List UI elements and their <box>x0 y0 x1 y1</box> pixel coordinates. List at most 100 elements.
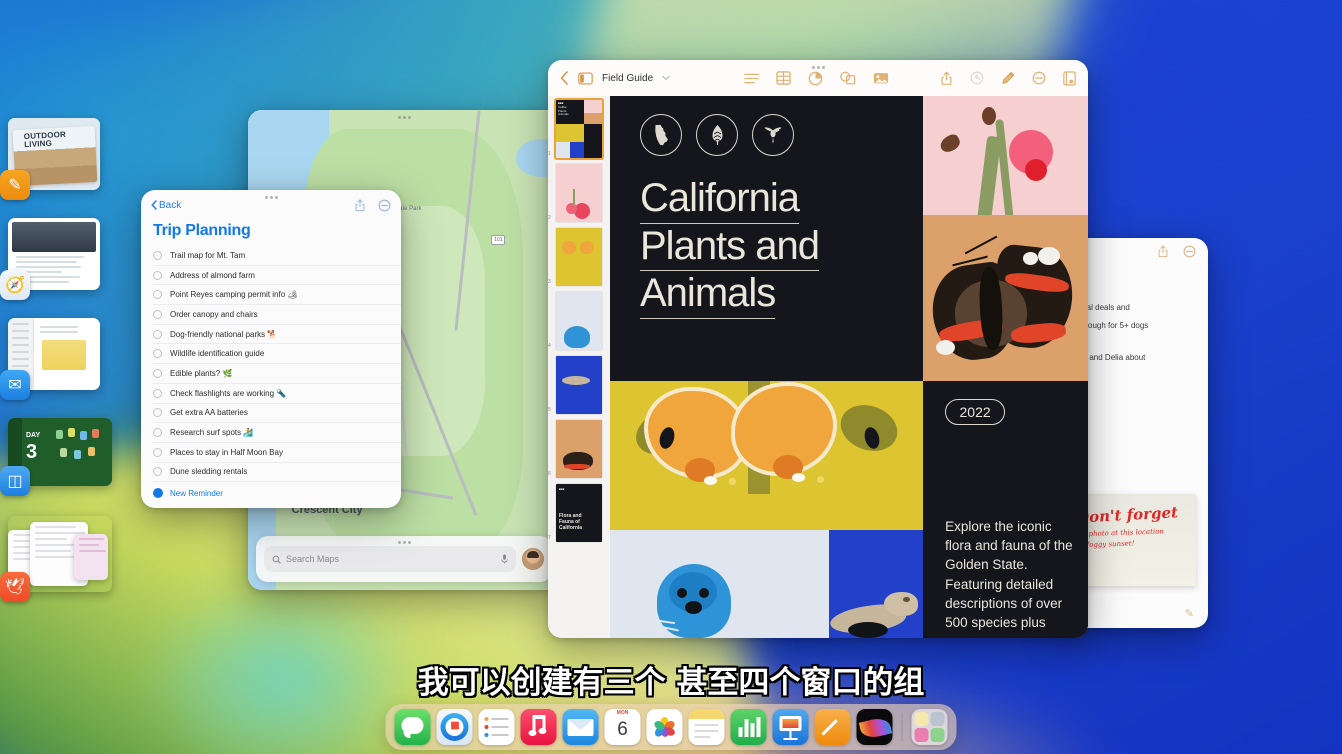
checkbox[interactable] <box>153 349 162 358</box>
more-circle-icon[interactable] <box>1032 71 1046 85</box>
checkbox[interactable] <box>153 467 162 476</box>
share-icon[interactable] <box>940 71 953 86</box>
share-icon[interactable] <box>354 199 366 212</box>
window-grabber[interactable] <box>805 65 831 69</box>
list-item[interactable]: Wildlife identification guide <box>153 344 401 364</box>
page-thumbnail-7[interactable]: ■■■ Flora andFauna ofCalifornia 7 <box>556 484 602 542</box>
dock-app-keynote[interactable] <box>773 709 809 745</box>
dock-app-pages[interactable] <box>815 709 851 745</box>
checkbox[interactable] <box>153 251 162 260</box>
compose-icon[interactable]: ✎ <box>1185 607 1194 620</box>
checkbox[interactable] <box>153 330 162 339</box>
checkbox[interactable] <box>153 290 162 299</box>
page-number: 7 <box>548 535 551 541</box>
shelf-item-title: OUTDOORLIVING <box>24 131 67 150</box>
dock-app-procreate[interactable] <box>857 709 893 745</box>
dock-app-mail[interactable] <box>563 709 599 745</box>
dock[interactable]: MON 6 <box>386 704 957 750</box>
subtitle-caption: 我可以创建有三个 甚至四个窗口的组 <box>418 657 925 702</box>
stage-manager-shelf[interactable]: OUTDOORLIVING ✎ 🧭 ✉ DAY 3 <box>2 118 114 620</box>
document-canvas[interactable]: California Plants and Animals <box>610 96 1088 638</box>
checkbox[interactable] <box>153 310 162 319</box>
text-lines-icon[interactable] <box>744 72 759 85</box>
avatar[interactable] <box>522 548 544 570</box>
page-thumbnail-1[interactable]: ■■■CaliforPlantsAnimals 1 <box>556 100 602 158</box>
list-item[interactable]: Edible plants? 🌿 <box>153 364 401 384</box>
window-grabber[interactable] <box>258 195 284 199</box>
page-title: Trip Planning <box>141 220 401 246</box>
new-reminder-label: New Reminder <box>170 489 223 498</box>
checkbox[interactable] <box>153 428 162 437</box>
list-item[interactable]: Dune sledding rentals <box>153 463 401 483</box>
list-item[interactable]: Get extra AA batteries <box>153 404 401 424</box>
page-thumbnail-5[interactable]: 5 <box>556 356 602 414</box>
table-icon[interactable] <box>776 71 791 85</box>
sidebar-toggle-icon[interactable] <box>578 72 593 85</box>
reminders-window[interactable]: Back Trip Planning Trail map for Mt. Tam… <box>141 190 401 508</box>
search-placeholder: Search Maps <box>286 554 339 564</box>
pie-chart-icon[interactable] <box>808 71 823 86</box>
list-item[interactable]: Dog-friendly national parks 🐕 <box>153 325 401 345</box>
cover-blurb: Explore the iconic flora and fauna of th… <box>945 517 1076 632</box>
undo-icon[interactable] <box>970 71 984 85</box>
maps-search-bar[interactable]: Search Maps <box>256 536 552 582</box>
safari-app-icon: 🧭 <box>0 270 30 300</box>
page-thumbnail-3[interactable]: 3 <box>556 228 602 286</box>
list-item[interactable]: Point Reyes camping permit info 🏕 <box>153 285 401 305</box>
california-state-icon <box>640 114 682 156</box>
dock-app-reminders[interactable] <box>479 709 515 745</box>
checkbox[interactable] <box>153 408 162 417</box>
shelf-item-swift-playgrounds-group[interactable]: 🕊 <box>8 516 112 592</box>
checkbox[interactable] <box>153 448 162 457</box>
back-label: Back <box>159 200 181 211</box>
dock-app-music[interactable] <box>521 709 557 745</box>
shelf-item-mail-window[interactable]: ✉ <box>8 318 100 390</box>
pages-app-icon: ✎ <box>0 170 30 200</box>
shelf-item-keynote-day3[interactable]: DAY 3 ◫ <box>8 418 112 486</box>
page-thumbnail-4[interactable]: 4 <box>556 292 602 350</box>
shelf-item-pages-outdoor-living[interactable]: OUTDOORLIVING ✎ <box>8 118 100 190</box>
back-chevron-icon[interactable] <box>560 71 569 85</box>
checkbox[interactable] <box>153 389 162 398</box>
dock-app-calendar[interactable]: MON 6 <box>605 709 641 745</box>
page-thumbnail-2[interactable]: 2 <box>556 164 602 222</box>
page-thumbnails-sidebar[interactable]: ■■■CaliforPlantsAnimals 1 2 <box>548 96 610 638</box>
dock-app-photos[interactable] <box>647 709 683 745</box>
cover-blurb-panel: 2022 Explore the iconic flora and fauna … <box>923 381 1088 638</box>
back-button[interactable]: Back <box>151 200 181 211</box>
markup-pen-icon[interactable] <box>1001 71 1015 86</box>
checkbox[interactable] <box>153 271 162 280</box>
list-item[interactable]: Address of almond farm <box>153 266 401 286</box>
cover-title: California Plants and Animals <box>640 176 923 319</box>
microphone-icon[interactable] <box>501 554 508 564</box>
list-item[interactable]: Order canopy and chairs <box>153 305 401 325</box>
pages-field-guide-window[interactable]: Field Guide <box>548 60 1088 638</box>
dock-app-safari[interactable] <box>437 709 473 745</box>
search-input[interactable]: Search Maps <box>264 546 516 572</box>
more-circle-icon[interactable] <box>1183 245 1196 258</box>
media-image-icon[interactable] <box>873 71 889 85</box>
dock-app-library[interactable] <box>912 709 948 745</box>
window-grabber[interactable] <box>391 115 417 119</box>
shape-icon[interactable] <box>840 71 856 85</box>
shelf-item-safari-window[interactable]: 🧭 <box>8 218 100 290</box>
list-item[interactable]: Research surf spots 🏄 <box>153 423 401 443</box>
dock-app-numbers[interactable] <box>731 709 767 745</box>
document-format-icon[interactable] <box>1063 71 1076 86</box>
back-chevron-icon <box>151 200 157 210</box>
document-title[interactable]: Field Guide <box>602 73 653 84</box>
mail-app-icon: ✉ <box>0 370 30 400</box>
chevron-down-icon[interactable] <box>662 75 670 81</box>
page-thumbnail-6[interactable]: 6 <box>556 420 602 478</box>
share-icon[interactable] <box>1157 245 1169 258</box>
checkbox[interactable] <box>153 369 162 378</box>
keynote-app-icon: ◫ <box>0 466 30 496</box>
more-circle-icon[interactable] <box>378 199 391 212</box>
new-reminder-button[interactable]: + New Reminder <box>153 483 401 503</box>
list-item[interactable]: Check flashlights are working 🔦 <box>153 384 401 404</box>
list-item[interactable]: Trail map for Mt. Tam <box>153 246 401 266</box>
dock-app-notes[interactable] <box>689 709 725 745</box>
reminders-list[interactable]: Trail map for Mt. Tam Address of almond … <box>141 246 401 503</box>
dock-app-messages[interactable] <box>395 709 431 745</box>
list-item[interactable]: Places to stay in Half Moon Bay <box>153 443 401 463</box>
